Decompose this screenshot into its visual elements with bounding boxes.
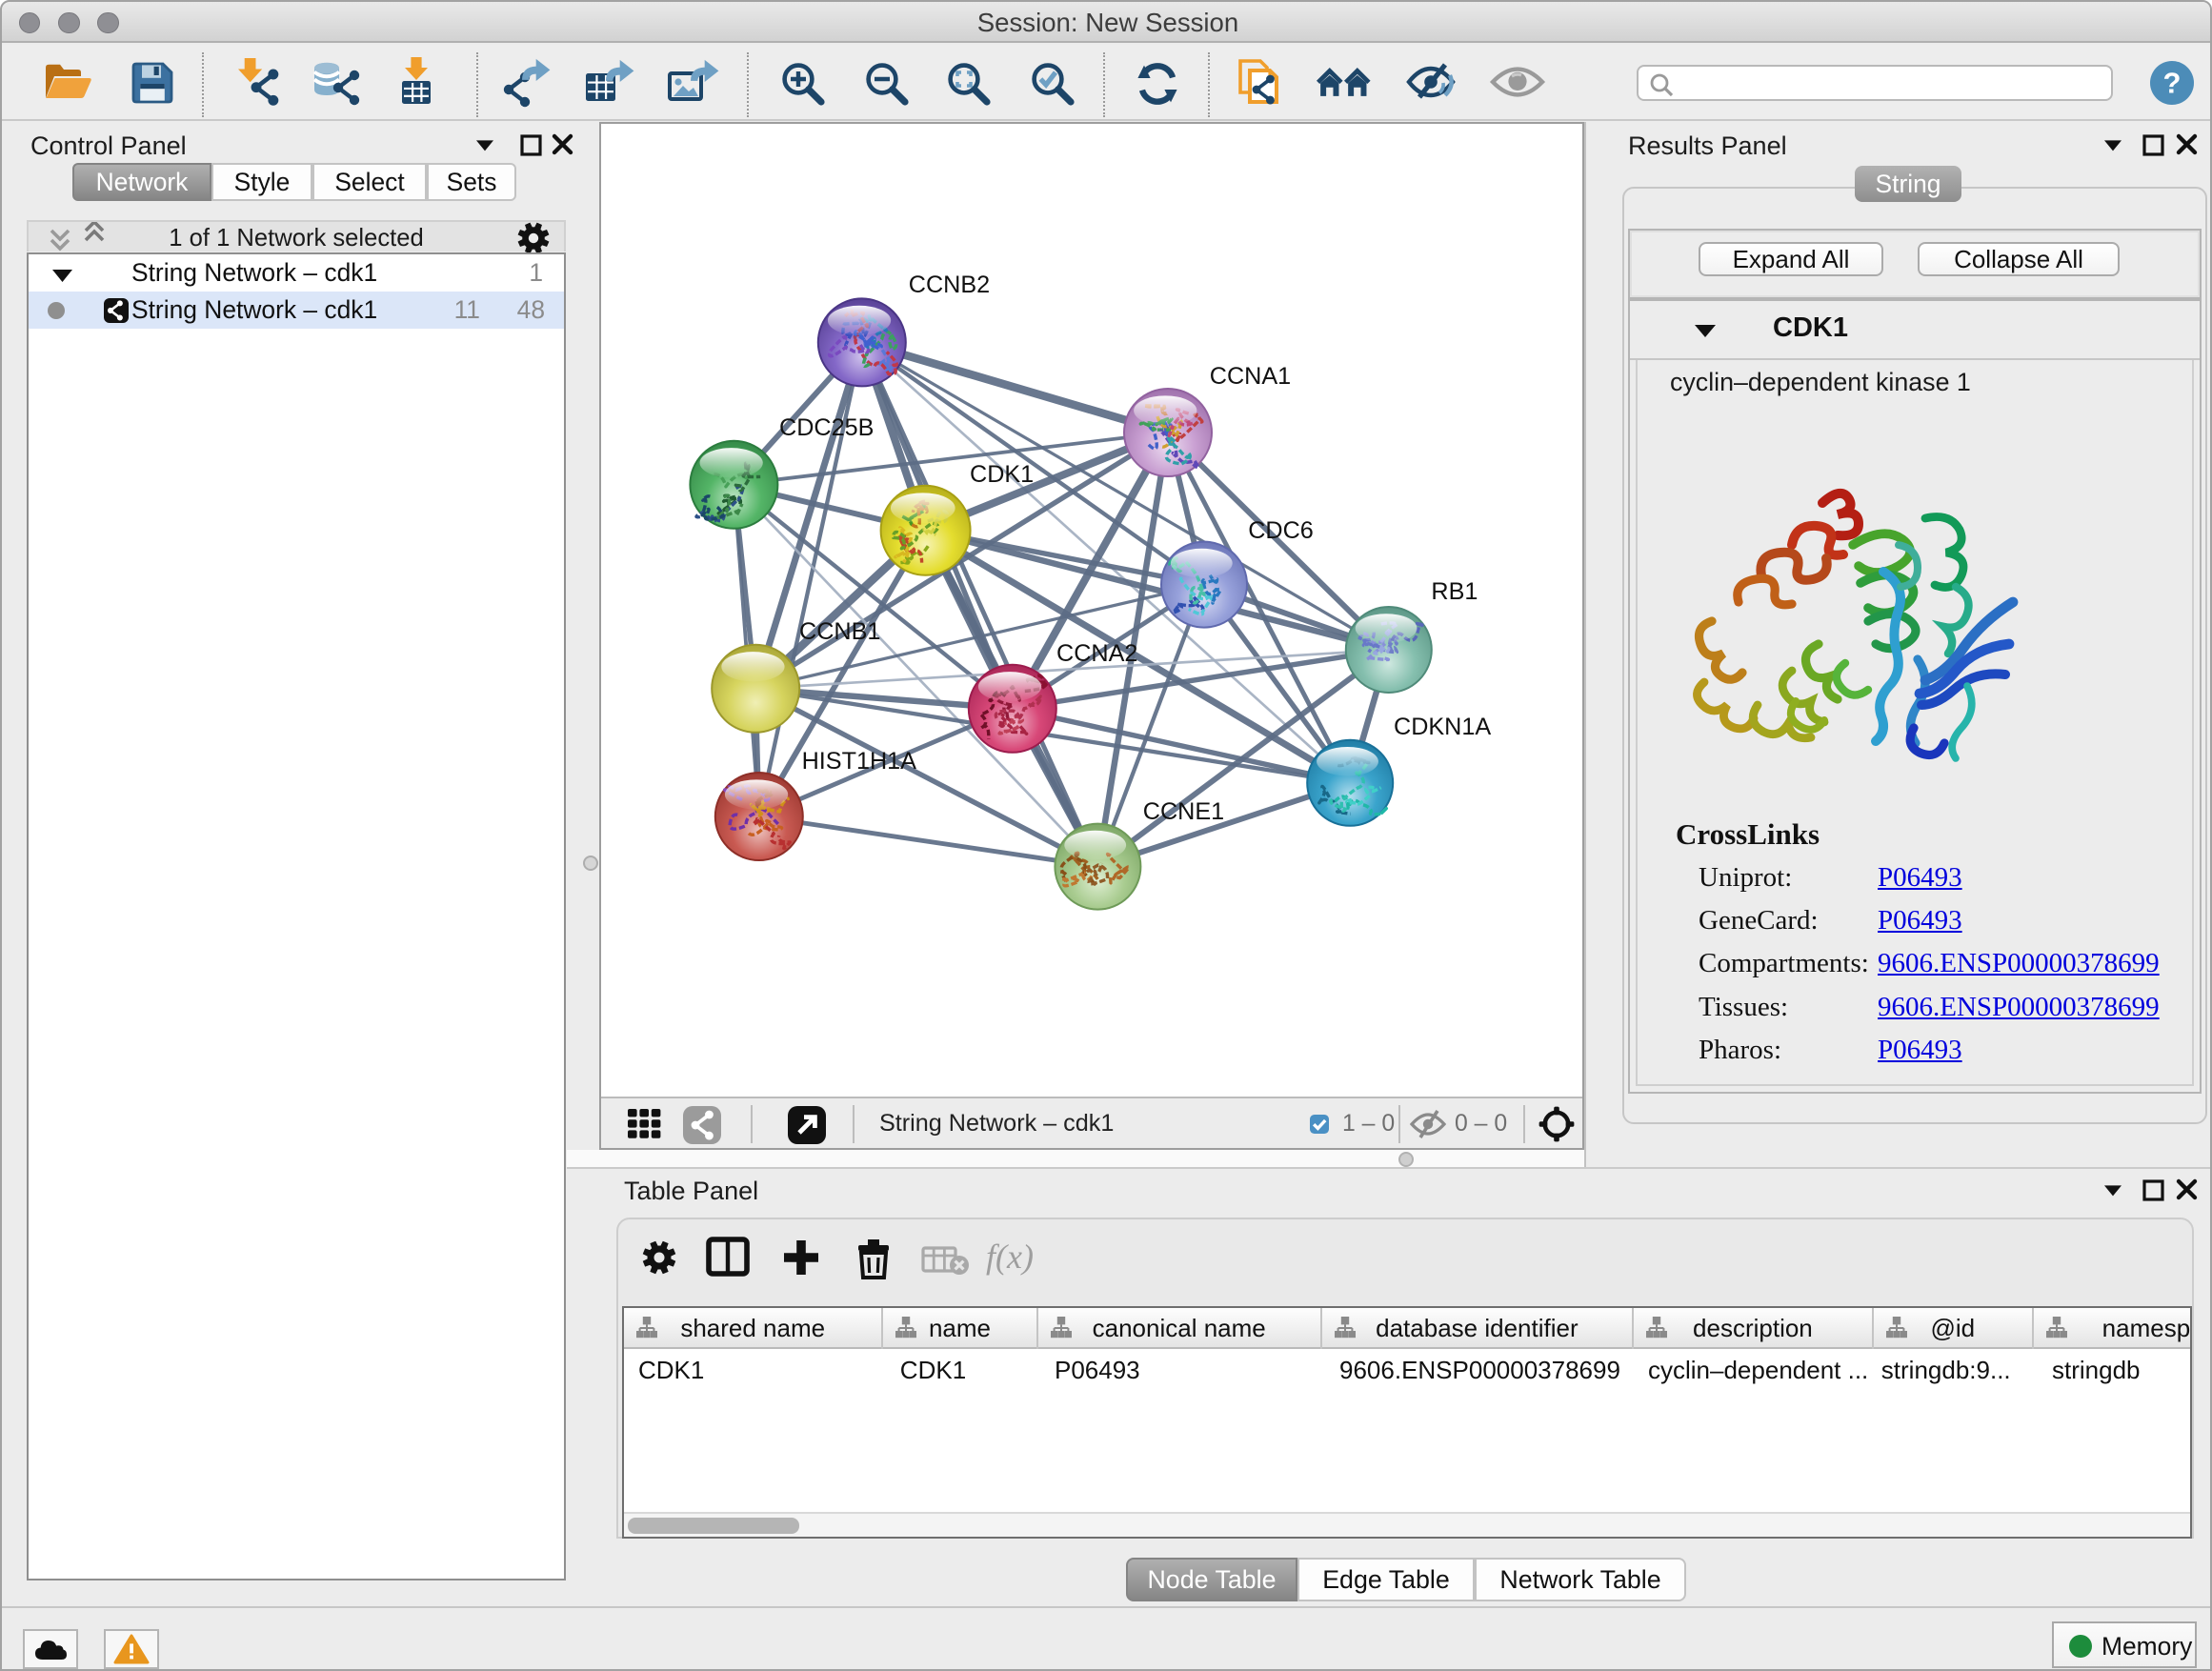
svg-text:CDK1: CDK1	[970, 461, 1034, 488]
svg-text:CDC25B: CDC25B	[779, 414, 874, 441]
svg-text:?: ?	[2163, 67, 2182, 100]
svg-text:CDKN1A: CDKN1A	[1394, 714, 1491, 740]
svg-text:CDC6: CDC6	[1248, 517, 1314, 544]
svg-text:CCNE1: CCNE1	[1143, 798, 1224, 825]
svg-text:CCNA1: CCNA1	[1210, 363, 1291, 390]
svg-text:CCNB1: CCNB1	[799, 618, 880, 645]
svg-text:HIST1H1A: HIST1H1A	[802, 748, 917, 775]
svg-text:RB1: RB1	[1431, 578, 1478, 605]
svg-text:CCNB2: CCNB2	[909, 272, 990, 298]
svg-text:CCNA2: CCNA2	[1056, 640, 1137, 667]
